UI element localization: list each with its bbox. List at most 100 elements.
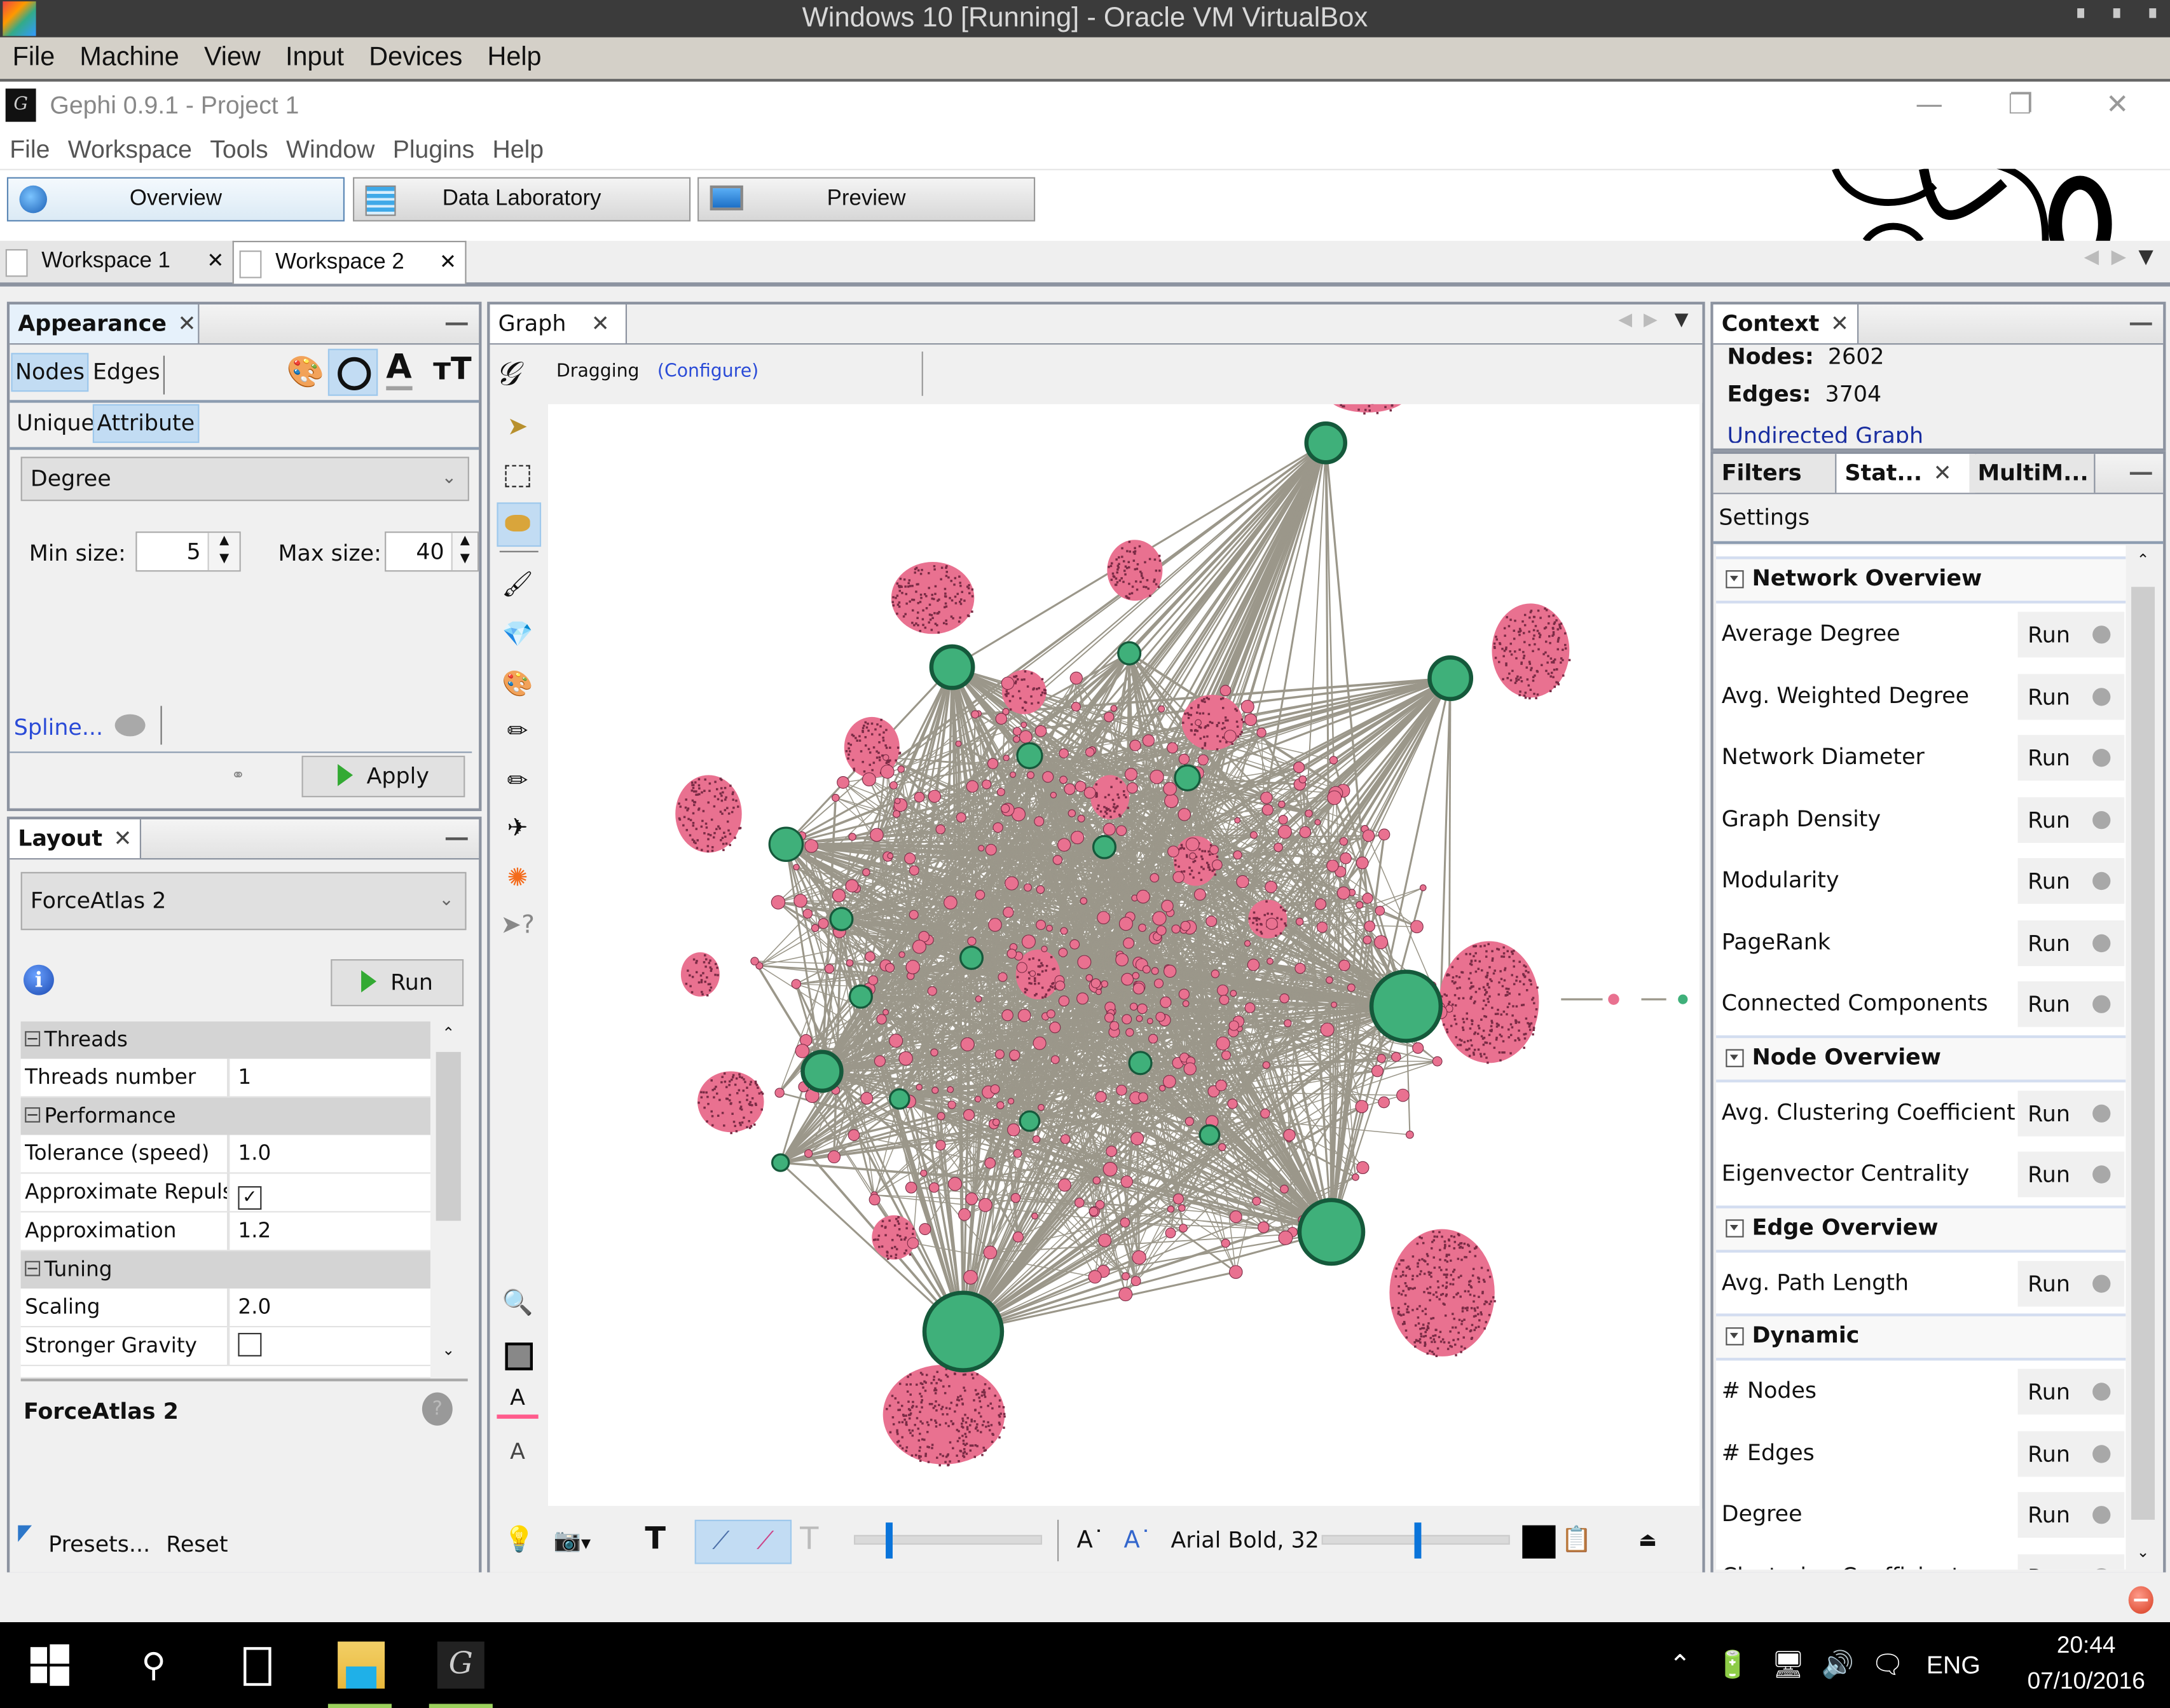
graph-node[interactable] [1294,962,1306,974]
graph-node[interactable] [1396,1088,1410,1102]
graph-node[interactable] [1098,1233,1112,1247]
graph-node[interactable] [889,781,898,789]
node-cluster[interactable] [1090,775,1130,820]
layout-algorithm-select[interactable]: ForceAtlas 2 ⌄ [20,871,467,931]
graph-node[interactable] [990,1084,1000,1094]
mode-attribute-tab[interactable]: Attribute [92,404,199,443]
tab-layout[interactable]: Layout ✕ [10,819,142,859]
edge-weight-slider[interactable] [853,1522,1043,1559]
graph-hub-node[interactable] [1117,641,1142,666]
graph-node[interactable] [1009,1049,1020,1061]
graph-node[interactable] [1020,721,1027,728]
graph-node[interactable] [1036,920,1047,930]
scroll-up-icon[interactable]: ⌃ [2129,545,2158,576]
heat-map-tool-icon[interactable]: ✺ [497,858,538,899]
graph-hub-node[interactable] [959,945,984,970]
graph-node[interactable] [1252,1196,1261,1206]
graph-node[interactable] [1356,856,1369,870]
graph-node[interactable] [1261,804,1274,816]
graph-node[interactable] [935,1140,946,1151]
graph-node[interactable] [1137,1003,1148,1015]
diamond-tool-icon[interactable]: 💎 [497,615,538,656]
graph-node[interactable] [887,852,894,859]
graph-node[interactable] [1021,934,1036,949]
graph-node[interactable] [947,1086,954,1093]
node-cluster[interactable] [1389,1229,1496,1358]
graph-node[interactable] [893,810,901,818]
graph-node[interactable] [1161,899,1174,913]
graph-node[interactable] [793,864,800,871]
graph-node[interactable] [1095,988,1102,995]
show-edges-icon[interactable]: ⟋ [702,1521,741,1562]
graph-node[interactable] [898,1051,913,1066]
help-icon[interactable] [2080,858,2125,904]
graph-node[interactable] [1050,1055,1060,1064]
info-icon[interactable]: i [24,964,54,995]
stat-run-button[interactable]: Run [2017,919,2080,966]
graph-node[interactable] [874,1055,886,1067]
graph-node[interactable] [1215,1079,1227,1091]
menu-workspace[interactable]: Workspace [58,130,200,169]
graph-node[interactable] [1352,1173,1359,1181]
font-size-decrease-icon[interactable]: A˙ [1076,1520,1104,1561]
chevron-down-icon[interactable]: ▼ [1675,310,1689,331]
screenshot-camera-icon[interactable]: 📷▼ [554,1520,591,1561]
workspace-tab-2[interactable]: Workspace 2 ✕ [232,240,467,284]
graph-node[interactable] [774,1088,785,1098]
graph-node[interactable] [904,852,916,864]
graph-node[interactable] [1060,927,1068,935]
node-cluster[interactable] [882,1364,1006,1466]
graph-node[interactable] [1260,791,1273,804]
graph-node[interactable] [1178,988,1190,1000]
graph-hub-node[interactable] [922,1290,1005,1372]
search-icon[interactable]: ⚲ [130,1641,177,1688]
graph-node[interactable] [1059,748,1069,758]
graph-node[interactable] [837,776,849,789]
graph-node[interactable] [1347,983,1356,992]
graph-node[interactable] [1205,915,1218,927]
graph-node[interactable] [1076,992,1089,1005]
graph-node[interactable] [1295,917,1304,926]
graph-node[interactable] [1221,1238,1230,1248]
stat-run-button[interactable]: Run [2017,1260,2080,1306]
graph-node[interactable] [1183,1062,1197,1076]
minimize-panel-button[interactable] [2129,472,2152,475]
max-size-spinner[interactable]: 40 ▲ ▼ [385,531,479,572]
graph-node[interactable] [1001,1009,1013,1021]
help-icon[interactable] [2080,611,2125,658]
property-value[interactable]: 2.0 [230,1288,271,1326]
property-value[interactable]: 1 [230,1059,251,1097]
graph-node[interactable] [1010,771,1016,778]
graph-node[interactable] [1277,824,1292,839]
graph-node[interactable] [1320,1022,1335,1037]
graph-node[interactable] [1305,809,1313,817]
collapse-icon[interactable] [1726,570,1744,589]
graph-node[interactable] [1083,786,1096,799]
property-category-threads[interactable]: Threads [20,1021,430,1059]
graph-node[interactable] [1167,845,1179,857]
node-cluster[interactable] [1492,603,1571,700]
label-font-icon[interactable]: A [497,1431,538,1473]
graph-node[interactable] [1278,814,1288,825]
graph-node[interactable] [1132,982,1145,995]
graph-node[interactable] [992,1118,1000,1126]
graph-node[interactable] [1038,1103,1045,1111]
drag-tool-icon[interactable] [497,502,542,547]
graph-node[interactable] [802,908,813,919]
graph-node[interactable] [1172,1193,1185,1205]
graph-node[interactable] [1010,1192,1021,1203]
graph-node[interactable] [1293,762,1305,774]
graph-node[interactable] [1106,1145,1117,1158]
graph-hub-node[interactable] [1427,655,1474,701]
graph-node[interactable] [1138,924,1147,932]
background-color-icon[interactable] [497,1334,538,1376]
graph-node[interactable] [1032,1135,1041,1144]
graph-node[interactable] [894,798,901,805]
graph-node[interactable] [955,741,962,747]
graph-node[interactable] [824,964,834,974]
graph-node[interactable] [956,812,966,823]
graph-node[interactable] [1102,1161,1118,1177]
graph-node[interactable] [985,844,997,856]
property-category-tuning[interactable]: Tuning [20,1251,430,1289]
graph-node[interactable] [1378,1096,1390,1109]
